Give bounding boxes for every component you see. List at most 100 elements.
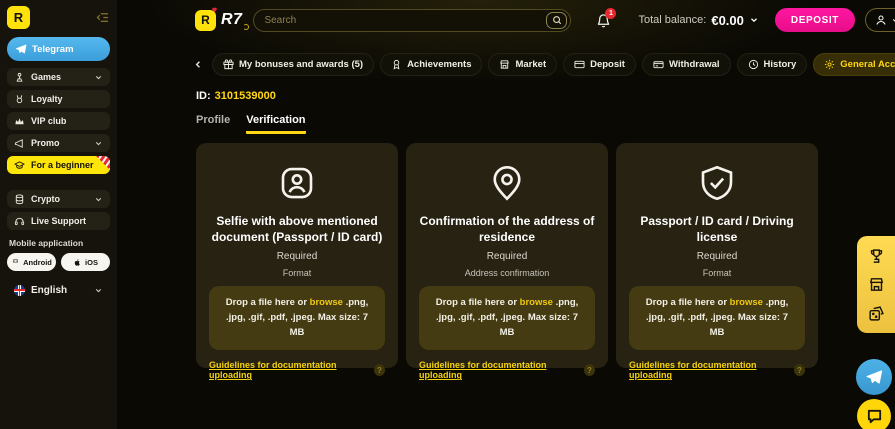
loyalty-medal-icon <box>14 94 25 105</box>
language-label: English <box>31 284 68 296</box>
sidebar-item-label: Crypto <box>31 194 60 204</box>
required-label: Required <box>276 251 318 263</box>
rail-market-icon[interactable] <box>868 276 885 293</box>
sidebar-item-games[interactable]: Games <box>7 68 110 86</box>
guidelines-link[interactable]: Guidelines for documentation uploading <box>419 360 578 380</box>
balance-value: €0.00 <box>711 12 744 28</box>
chevron-down-icon <box>94 139 103 148</box>
required-label: Required <box>486 251 528 263</box>
card-title: Selfie with above mentioned document (Pa… <box>211 214 383 244</box>
chevron-down-icon <box>891 16 895 25</box>
tab-deposit[interactable]: Deposit <box>563 53 636 76</box>
guidelines-link[interactable]: Guidelines for documentation uploading <box>209 360 368 380</box>
sidebar-item-for-a-beginner[interactable]: For a beginner <box>7 156 110 174</box>
browse-link[interactable]: browse <box>520 297 553 308</box>
sidebar-logo[interactable]: R <box>7 6 30 29</box>
sidebar-item-live-support[interactable]: Live Support <box>7 212 110 230</box>
address-confirmation-label: Address confirmation <box>464 268 550 279</box>
card-selfie-with-document: Selfie with above mentioned document (Pa… <box>196 143 398 380</box>
tab-achievements[interactable]: Achievements <box>380 53 483 76</box>
card-address-confirmation: Confirmation of the address of residence… <box>406 143 608 380</box>
sidebar-item-telegram[interactable]: Telegram <box>7 37 110 61</box>
tabs-back-chevron[interactable] <box>193 59 204 70</box>
livechat-float-button[interactable] <box>857 399 891 429</box>
quick-access-rail <box>857 236 895 333</box>
guidelines-link[interactable]: Guidelines for documentation uploading <box>629 360 788 380</box>
shield-check-icon <box>696 162 738 204</box>
trophy-icon <box>391 59 402 70</box>
search-bar <box>253 8 572 32</box>
sidebar-item-label: VIP club <box>31 116 67 126</box>
brand-text: R7 <box>221 11 243 28</box>
chevron-down-icon <box>749 15 759 25</box>
dropzone-text: Drop a file here or browse .png, .jpg, .… <box>225 297 369 338</box>
heart-decoration-icon <box>211 6 218 13</box>
file-dropzone[interactable]: Drop a file here or browse .png, .jpg, .… <box>629 286 805 351</box>
sidebar-item-vip-club[interactable]: VIP club <box>7 112 110 130</box>
megaphone-icon <box>14 138 25 149</box>
tab-general-account-settings[interactable]: General Account Settings <box>813 53 895 76</box>
sidebar-item-loyalty[interactable]: Loyalty <box>7 90 110 108</box>
browse-link[interactable]: browse <box>310 297 343 308</box>
sidebar-collapse-icon[interactable] <box>95 10 110 25</box>
gift-icon <box>223 59 234 70</box>
search-button[interactable] <box>546 11 568 29</box>
verification-cards: Selfie with above mentioned document (Pa… <box>196 143 895 380</box>
balance-label: Total balance: <box>638 14 707 26</box>
wallet-icon <box>653 59 664 70</box>
account-tabs: My bonuses and awards (5) Achievements M… <box>193 53 895 76</box>
games-icon <box>14 72 25 83</box>
help-icon[interactable]: ? <box>373 364 385 377</box>
help-icon[interactable]: ? <box>583 364 595 377</box>
brand-logo[interactable]: R R7 <box>195 7 250 31</box>
file-dropzone[interactable]: Drop a file here or browse .png, .jpg, .… <box>209 286 385 351</box>
language-selector[interactable]: English <box>7 281 110 299</box>
top-header: R R7 1 Total balance: €0.00 DEPOSIT <box>117 0 895 40</box>
id-photo-icon <box>276 162 318 204</box>
sidebar-item-label: Games <box>31 72 62 82</box>
profile-menu-button[interactable] <box>865 8 895 32</box>
sidebar: R Telegram Games Loyalty VIP club Promo … <box>0 0 117 429</box>
android-app-button[interactable]: Android <box>7 253 56 271</box>
search-input[interactable] <box>264 14 547 26</box>
subtab-profile[interactable]: Profile <box>196 114 230 134</box>
dropzone-text: Drop a file here or browse .png, .jpg, .… <box>435 297 579 338</box>
rail-dice-icon[interactable] <box>868 305 885 322</box>
rail-trophy-icon[interactable] <box>868 248 885 265</box>
mobile-application-label: Mobile application <box>9 238 84 248</box>
notifications-bell[interactable]: 1 <box>596 7 617 28</box>
help-icon[interactable]: ? <box>793 364 805 377</box>
crown-icon <box>14 116 25 127</box>
telegram-icon <box>15 43 27 55</box>
balance-dropdown[interactable]: Total balance: €0.00 <box>638 13 758 28</box>
subtab-verification[interactable]: Verification <box>246 114 306 134</box>
card-title: Confirmation of the address of residence <box>419 214 595 244</box>
android-icon <box>11 258 20 267</box>
sidebar-telegram-label: Telegram <box>32 43 74 55</box>
sidebar-item-promo[interactable]: Promo <box>7 134 110 152</box>
gear-icon <box>824 59 835 70</box>
file-dropzone[interactable]: Drop a file here or browse .png, .jpg, .… <box>419 286 595 351</box>
notification-badge: 1 <box>605 7 617 19</box>
tab-market[interactable]: Market <box>488 53 558 76</box>
sparkle-decoration <box>243 23 250 30</box>
ios-app-button[interactable]: iOS <box>61 253 110 271</box>
deposit-button[interactable]: DEPOSIT <box>774 8 855 32</box>
format-label: Format <box>282 268 312 279</box>
card-passport-id-license: Passport / ID card / Driving license Req… <box>616 143 818 380</box>
tab-withdrawal[interactable]: Withdrawal <box>641 53 731 76</box>
browse-link[interactable]: browse <box>730 297 763 308</box>
location-pin-icon <box>486 162 528 204</box>
dropzone-text: Drop a file here or browse .png, .jpg, .… <box>645 297 789 338</box>
clock-icon <box>748 59 759 70</box>
account-id-label: ID: <box>196 90 211 102</box>
apple-icon <box>73 258 82 267</box>
tab-history[interactable]: History <box>736 53 808 76</box>
card-title: Passport / ID card / Driving license <box>640 214 794 244</box>
tab-my-bonuses-and-awards[interactable]: My bonuses and awards (5) <box>212 53 375 76</box>
store-icon <box>499 59 510 70</box>
sidebar-item-crypto[interactable]: Crypto <box>7 190 110 208</box>
telegram-float-button[interactable] <box>856 359 892 395</box>
sidebar-item-label: Promo <box>31 138 60 148</box>
account-id-value: 3101539000 <box>214 90 276 102</box>
